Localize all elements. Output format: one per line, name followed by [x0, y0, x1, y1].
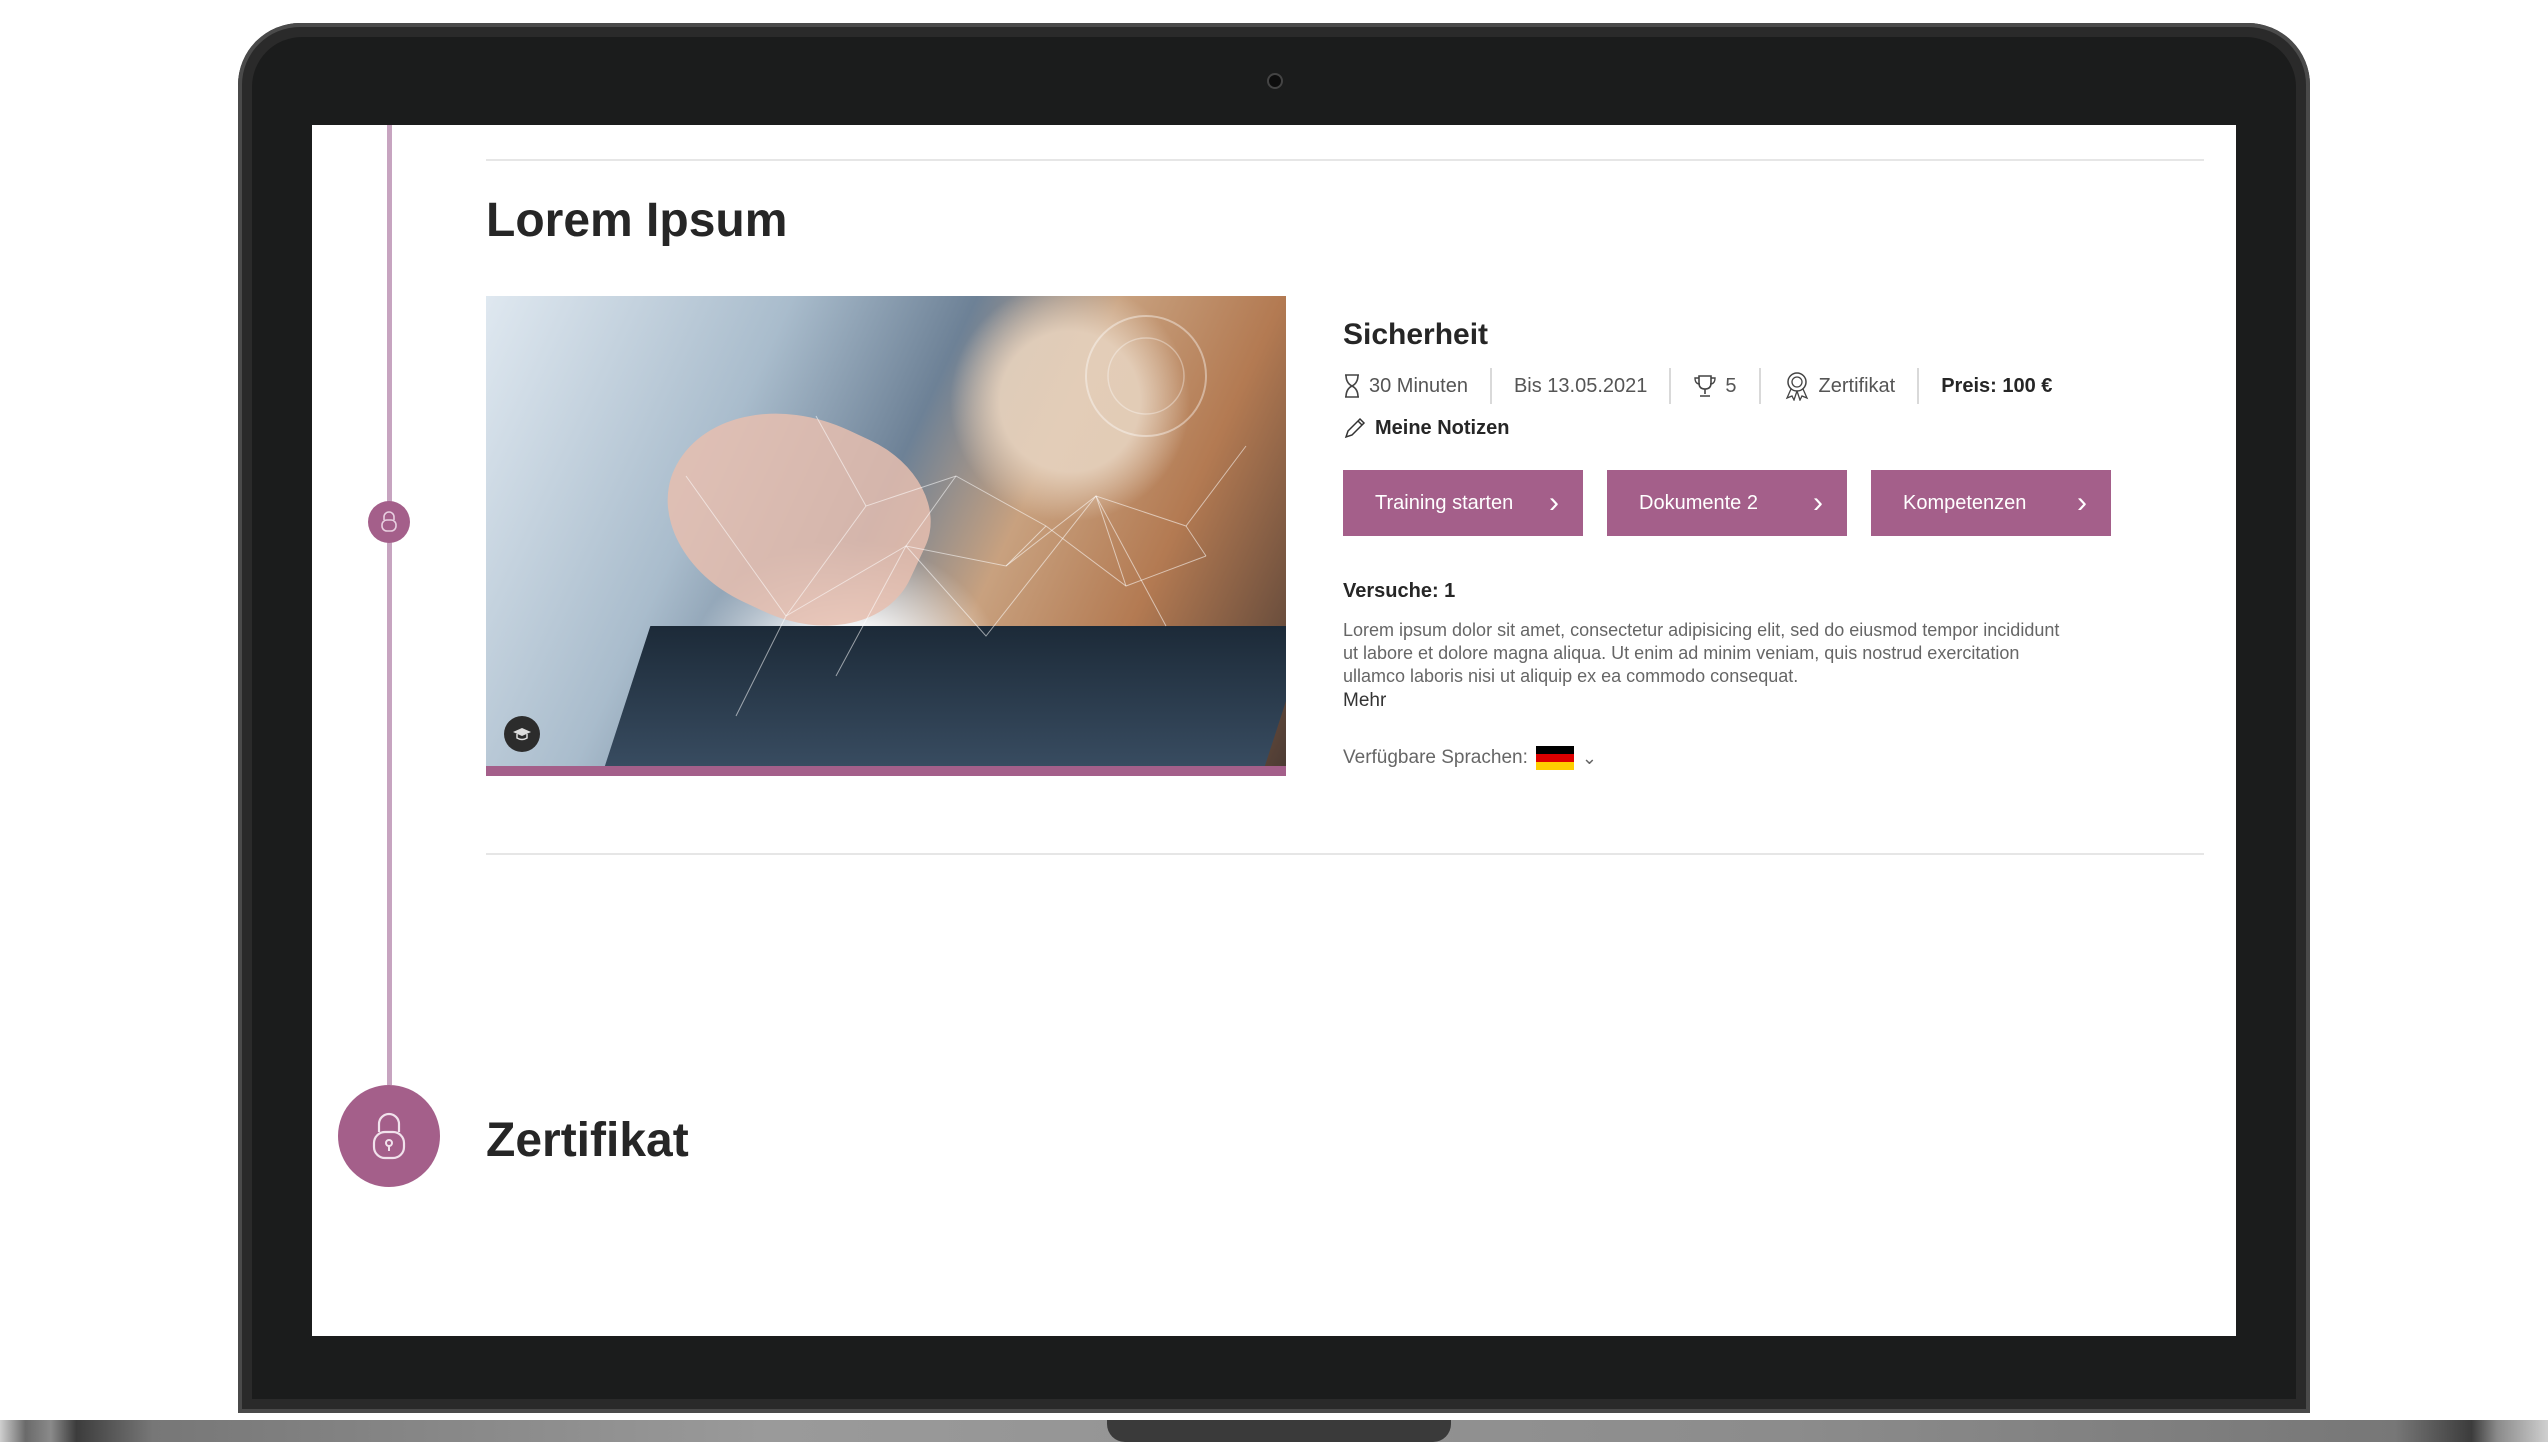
price-text: Preis: 100 €	[1941, 374, 2053, 397]
divider-top	[486, 159, 2204, 161]
action-buttons: Training starten › Dokumente 2 › Kompete…	[1343, 470, 2203, 536]
graduation-cap-icon	[513, 728, 531, 741]
timeline-node-certificate[interactable]	[338, 1085, 440, 1187]
meta-certificate: Zertifikat	[1758, 368, 1918, 404]
documents-button[interactable]: Dokumente 2 ›	[1607, 470, 1847, 536]
available-languages: Verfügbare Sprachen: ⌄	[1343, 746, 2203, 770]
course-type-badge	[504, 716, 540, 752]
camera	[1267, 73, 1283, 89]
lock-icon	[381, 511, 397, 532]
chevron-right-icon: ›	[1813, 486, 1823, 519]
start-training-label: Training starten	[1375, 491, 1514, 514]
deadline-text: Bis 13.05.2021	[1513, 374, 1648, 397]
laptop-notch	[1107, 1420, 1451, 1442]
certificate-section-title: Zertifikat	[486, 1114, 689, 1167]
meta-deadline: Bis 13.05.2021	[1489, 368, 1669, 404]
notes-label: Meine Notizen	[1375, 416, 1510, 439]
course-meta: 30 Minuten Bis 13.05.2021 5 Zertifikat P…	[1343, 366, 2203, 406]
image-network-overlay	[685, 315, 1247, 717]
more-link[interactable]: Mehr	[1343, 690, 2203, 712]
meta-trophies: 5	[1669, 368, 1758, 404]
meta-duration: 30 Minuten	[1343, 368, 1490, 404]
timeline-node-lock-small[interactable]	[368, 501, 410, 543]
course-description: Lorem ipsum dolor sit amet, consectetur …	[1343, 620, 2060, 686]
divider-middle	[486, 853, 2204, 855]
my-notes-link[interactable]: Meine Notizen	[1343, 416, 2203, 440]
screen: Lorem Ipsum Sicherheit 30 Minuten Bis 13…	[312, 125, 2236, 1336]
course-name: Sicherheit	[1343, 318, 1489, 351]
competencies-button[interactable]: Kompetenzen ›	[1871, 470, 2111, 536]
documents-label: Dokumente 2	[1639, 491, 1758, 514]
lock-icon	[372, 1112, 406, 1160]
meta-price: Preis: 100 €	[1917, 368, 2074, 404]
course-details: Sicherheit 30 Minuten Bis 13.05.2021 5 Z…	[1343, 318, 2203, 770]
chevron-down-icon[interactable]: ⌄	[1582, 748, 1597, 769]
certificate-icon	[1785, 372, 1808, 401]
image-accent-bar	[486, 766, 1286, 776]
section-title: Lorem Ipsum	[486, 194, 788, 247]
trophy-icon	[1694, 375, 1717, 397]
hourglass-icon	[1345, 374, 1359, 398]
attempts-count: Versuche: 1	[1343, 580, 1456, 602]
languages-label: Verfügbare Sprachen:	[1343, 747, 1528, 768]
certificate-text: Zertifikat	[1818, 374, 1896, 397]
course-image[interactable]	[486, 296, 1286, 776]
competencies-label: Kompetenzen	[1903, 491, 2027, 514]
start-training-button[interactable]: Training starten ›	[1343, 470, 1583, 536]
timeline-line	[387, 125, 392, 1085]
pencil-icon	[1344, 417, 1366, 439]
duration-text: 30 Minuten	[1369, 374, 1468, 397]
chevron-right-icon: ›	[2077, 486, 2087, 519]
trophy-count: 5	[1725, 374, 1737, 397]
chevron-right-icon: ›	[1549, 486, 1559, 519]
german-flag-icon[interactable]	[1535, 746, 1574, 770]
